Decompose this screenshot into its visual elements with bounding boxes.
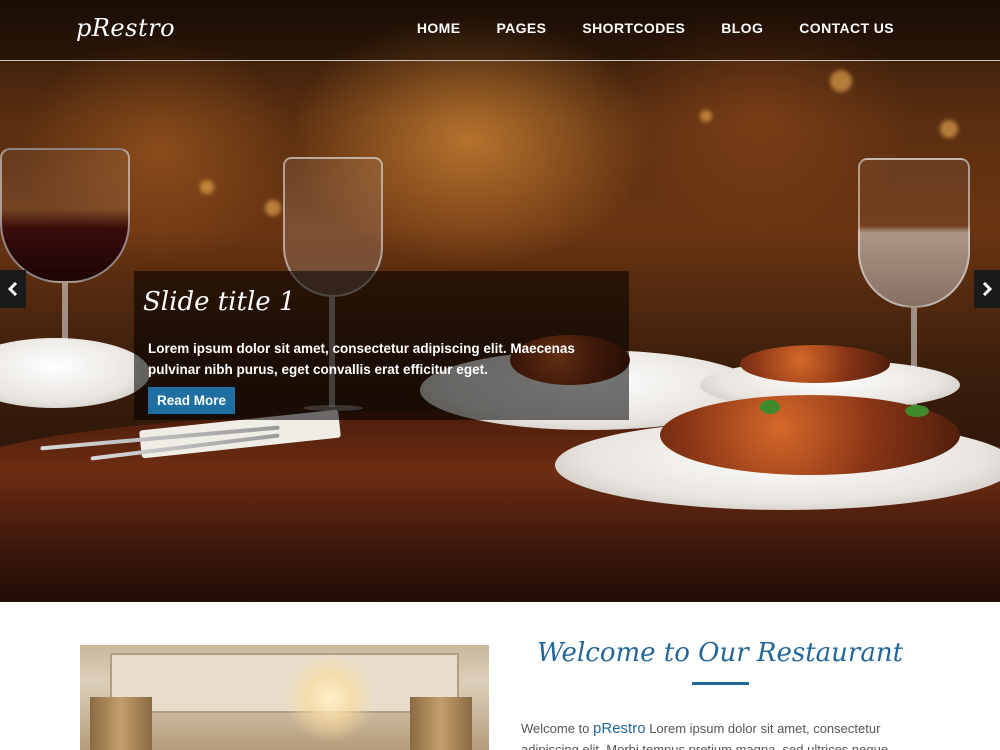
food — [740, 345, 890, 383]
brand-name: pRestro — [593, 720, 646, 737]
site-logo[interactable]: pRestro — [76, 14, 175, 42]
nav-shortcodes[interactable]: SHORTCODES — [582, 20, 685, 36]
bokeh-light — [200, 180, 214, 194]
slide-caption: Slide title 1 Lorem ipsum dolor sit amet… — [134, 271, 629, 420]
main-nav: HOME PAGES SHORTCODES BLOG CONTACT US — [417, 20, 894, 36]
chevron-right-icon — [982, 281, 993, 297]
chandelier — [285, 653, 375, 743]
slide-text: Lorem ipsum dolor sit amet, consectetur … — [148, 341, 575, 377]
welcome-title: Welcome to Our Restaurant — [536, 638, 904, 668]
site-header: pRestro HOME PAGES SHORTCODES BLOG CONTA… — [0, 0, 1000, 61]
garnish — [760, 400, 780, 414]
pillar — [410, 697, 472, 750]
nav-home[interactable]: HOME — [417, 20, 461, 36]
slider-next-button[interactable] — [974, 270, 1000, 308]
nav-contact-us[interactable]: CONTACT US — [799, 20, 894, 36]
welcome-text-intro: Welcome to — [521, 721, 590, 736]
welcome-text: Welcome to pRestro Lorem ipsum dolor sit… — [521, 718, 921, 750]
bokeh-light — [700, 110, 712, 122]
title-divider — [692, 682, 749, 685]
nav-pages[interactable]: PAGES — [496, 20, 546, 36]
chevron-left-icon — [7, 281, 18, 297]
slide-title: Slide title 1 — [143, 287, 296, 317]
bokeh-light — [940, 120, 958, 138]
plate — [0, 338, 150, 408]
nav-blog[interactable]: BLOG — [721, 20, 763, 36]
bokeh-light — [265, 200, 281, 216]
slider-prev-button[interactable] — [0, 270, 26, 308]
garnish — [905, 405, 929, 417]
read-more-button[interactable]: Read More — [148, 387, 235, 414]
restaurant-interior-image — [80, 645, 489, 750]
pillar — [90, 697, 152, 750]
bokeh-light — [830, 70, 852, 92]
